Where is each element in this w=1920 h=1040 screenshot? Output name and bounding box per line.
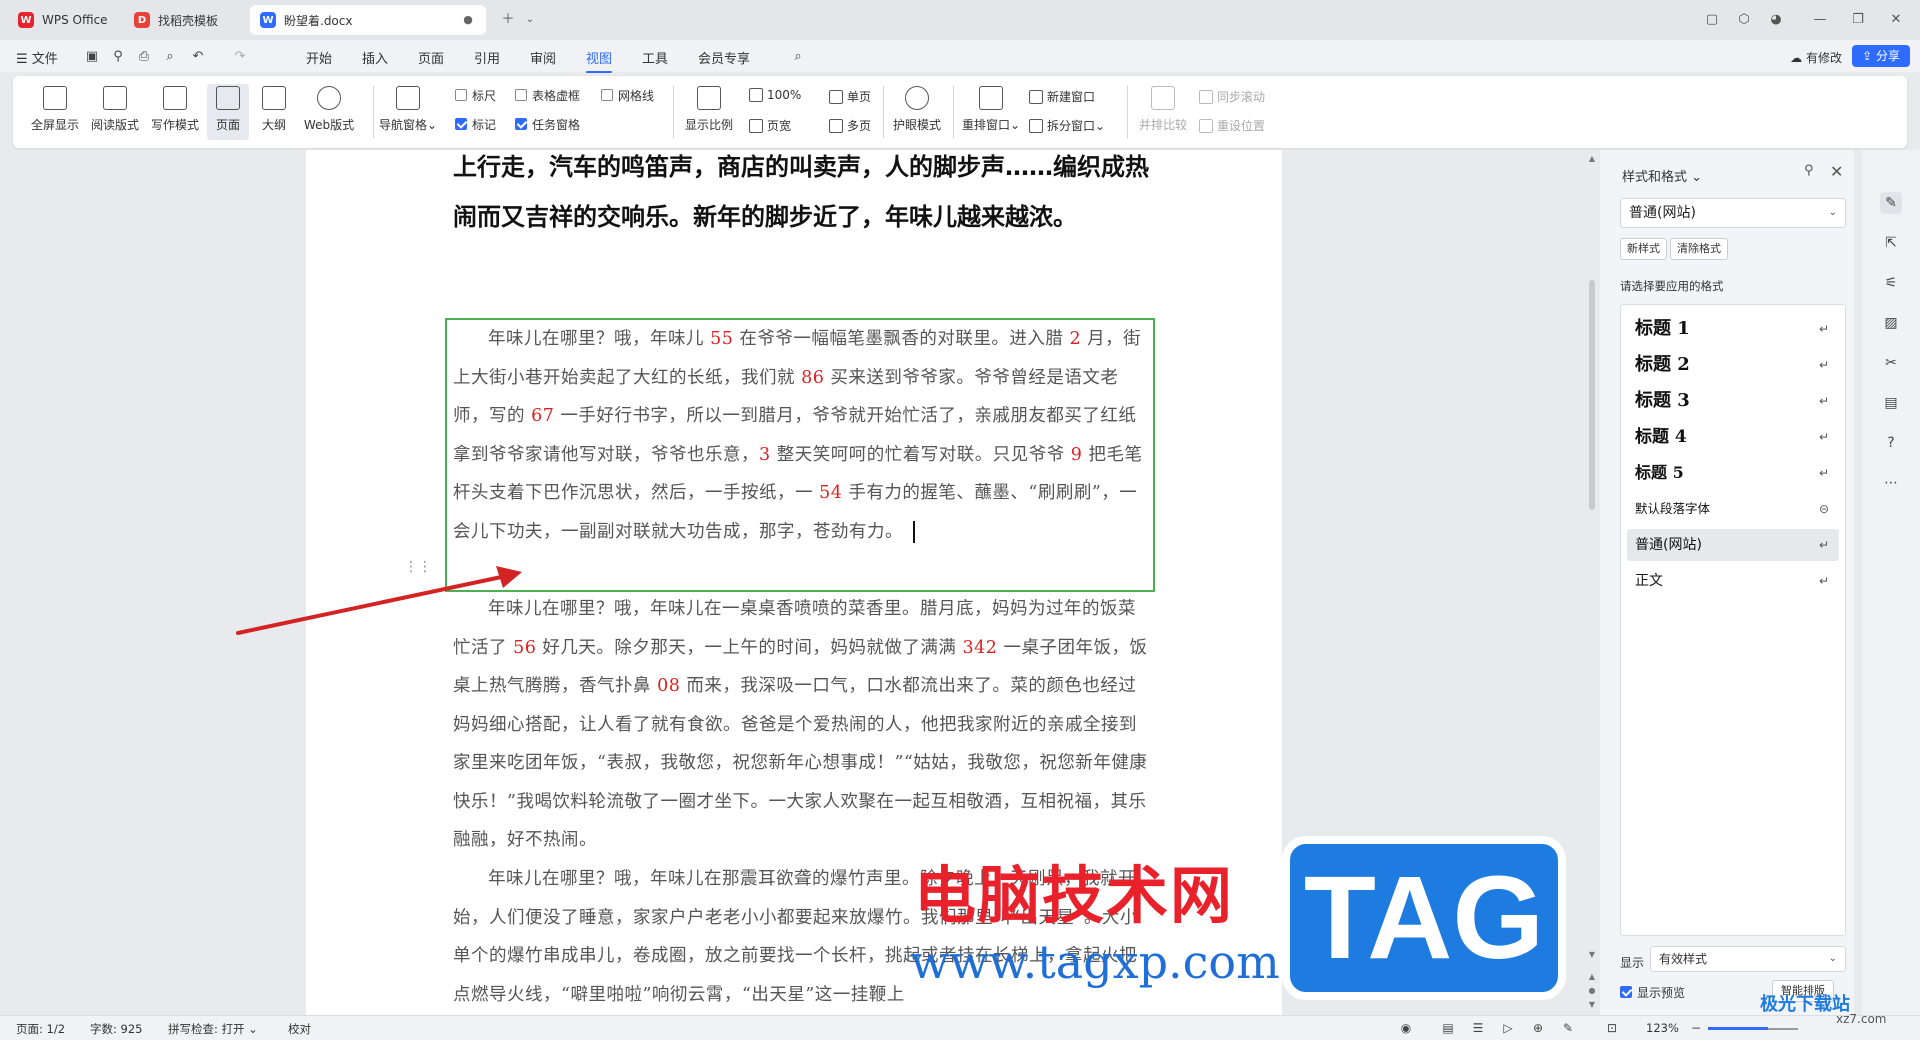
checkbox-box [1620,986,1632,998]
scrollbar-thumb[interactable] [1589,280,1595,510]
zoom-out-icon[interactable]: − [1688,1020,1704,1036]
style-heading-3[interactable]: 标题 3 ↵ [1627,385,1839,417]
zoom-level[interactable]: 123% [1646,1021,1679,1035]
return-icon: ↵ [1818,538,1829,552]
panel-title[interactable]: 样式和格式 ⌄ [1622,166,1702,185]
corner-watermark-url: xz7.com [1836,1012,1887,1026]
help-icon[interactable]: ? [1880,432,1902,454]
style-pen-icon[interactable]: ✎ [1880,192,1902,214]
page-view-icon[interactable]: ▤ [1440,1020,1456,1036]
chevron-down-icon: ⌄ [1828,207,1837,218]
style-body[interactable]: 正文 ↵ [1627,565,1839,597]
style-list: 标题 1 ↵ 标题 2 ↵ 标题 3 ↵ 标题 4 ↵ 标题 5 ↵ 默认段落字体 ⊝ 普通… [1620,304,1846,936]
select-cursor-icon[interactable]: ⇱ [1880,232,1902,254]
proofread[interactable]: 校对 [288,1021,311,1037]
document-scrollbar[interactable]: ▲ ▼ ▲ ● ▼ [1586,150,1598,1015]
select-browse-icon[interactable]: ● [1587,986,1597,995]
chevron-down-icon: ⌄ [1828,953,1837,964]
next-page-icon[interactable]: ▼ [1587,1000,1597,1009]
return-icon: ↵ [1818,430,1829,444]
style-heading-2[interactable]: 标题 2 ↵ [1627,349,1839,381]
fit-page-icon[interactable]: ⊡ [1604,1020,1620,1036]
return-icon: ↵ [1818,322,1829,336]
style-heading-1[interactable]: 标题 1 ↵ [1627,313,1839,345]
adjust-icon[interactable]: ⚟ [1880,272,1902,294]
chevron-down-icon: ⌄ [244,1022,258,1036]
eye-icon[interactable]: ◉ [1398,1020,1414,1036]
more-icon[interactable]: ⋯ [1880,472,1902,494]
chevron-down-icon: ⌄ [1687,170,1703,185]
status-bar: 页面: 1/2 字数: 925 拼写检查: 打开 ⌄ 校对 ◉ ▤ ☰ ▷ ⊕ … [0,1015,1920,1040]
book-icon[interactable]: ▤ [1880,392,1902,414]
return-icon: ↵ [1818,466,1829,480]
panel-hint: 请选择要应用的格式 [1620,279,1724,293]
scroll-down-icon[interactable]: ▼ [1587,950,1597,959]
clear-format-button[interactable]: 清除格式 [1670,238,1728,260]
spell-check[interactable]: 拼写检查: 打开 ⌄ [168,1021,258,1037]
style-heading-5[interactable]: 标题 5 ↵ [1627,457,1839,489]
style-heading-4[interactable]: 标题 4 ↵ [1627,421,1839,453]
scroll-up-icon[interactable]: ▲ [1587,154,1597,163]
return-icon: ↵ [1818,358,1829,372]
show-label: 显示 [1620,956,1645,970]
pen-icon[interactable]: ✎ [1560,1020,1576,1036]
return-icon: ↵ [1818,394,1829,408]
style-normal-web[interactable]: 普通(网站) ↵ [1627,529,1839,561]
watermark-tag-logo: TAG [1282,836,1566,1000]
lock-icon: ⊝ [1818,502,1829,516]
right-toolbar: ✎ ⇱ ⚟ ▨ ✂ ▤ ? ⋯ [1862,150,1920,1015]
pin-icon[interactable]: ⚲ [1804,163,1814,178]
zoom-slider-fill [1708,1027,1768,1030]
show-preview-checkbox[interactable]: 显示预览 [1620,984,1685,1000]
show-filter-select[interactable]: 有效样式 ⌄ [1650,946,1846,972]
current-style-select[interactable]: 普通(网站) ⌄ [1620,198,1846,228]
close-icon[interactable]: ✕ [1830,162,1843,181]
styles-panel: 样式和格式 ⌄ ⚲ ✕ 普通(网站) ⌄ 新样式 清除格式 请选择要应用的格式 … [1600,150,1854,1015]
web-view-icon[interactable]: ⊕ [1530,1020,1546,1036]
word-count[interactable]: 字数: 925 [90,1021,142,1037]
outline-view-icon[interactable]: ☰ [1470,1020,1486,1036]
play-icon[interactable]: ▷ [1500,1020,1516,1036]
tools-icon[interactable]: ✂ [1880,352,1902,374]
watermark-title: 电脑技术网 [914,859,1235,932]
return-icon: ↵ [1818,574,1829,588]
image-edit-icon[interactable]: ▨ [1880,312,1902,334]
watermark-url: www.tagxp.com [910,935,1280,989]
page-count[interactable]: 页面: 1/2 [16,1021,65,1037]
style-default-font[interactable]: 默认段落字体 ⊝ [1627,493,1839,525]
prev-page-icon[interactable]: ▲ [1587,972,1597,981]
new-style-button[interactable]: 新样式 [1620,238,1667,260]
